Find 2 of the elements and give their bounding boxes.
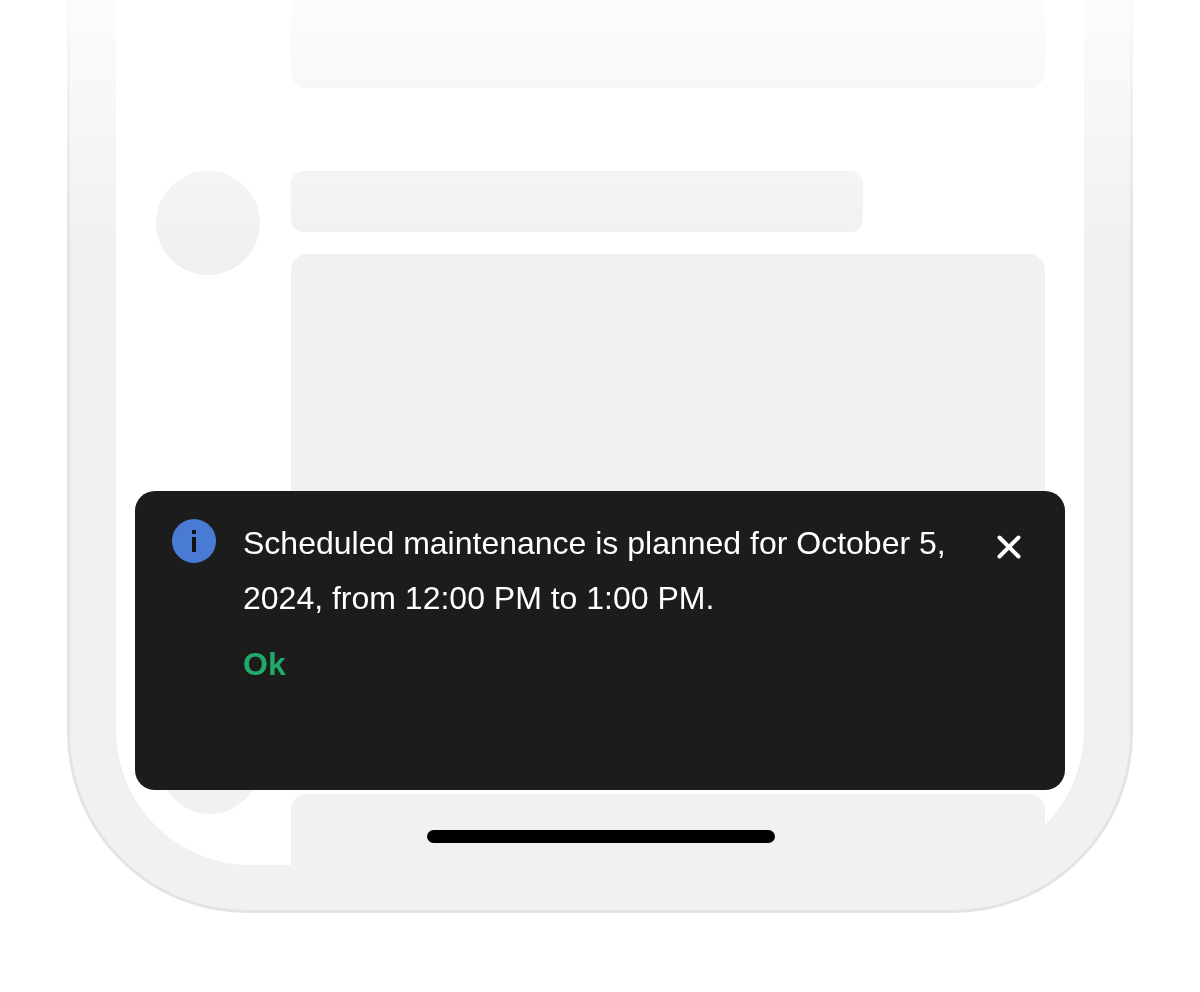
toast-message: Scheduled maintenance is planned for October 5, 2024, from 12:00 PM to 1:00 PM. xyxy=(243,524,947,618)
ok-button[interactable]: Ok xyxy=(243,644,286,684)
